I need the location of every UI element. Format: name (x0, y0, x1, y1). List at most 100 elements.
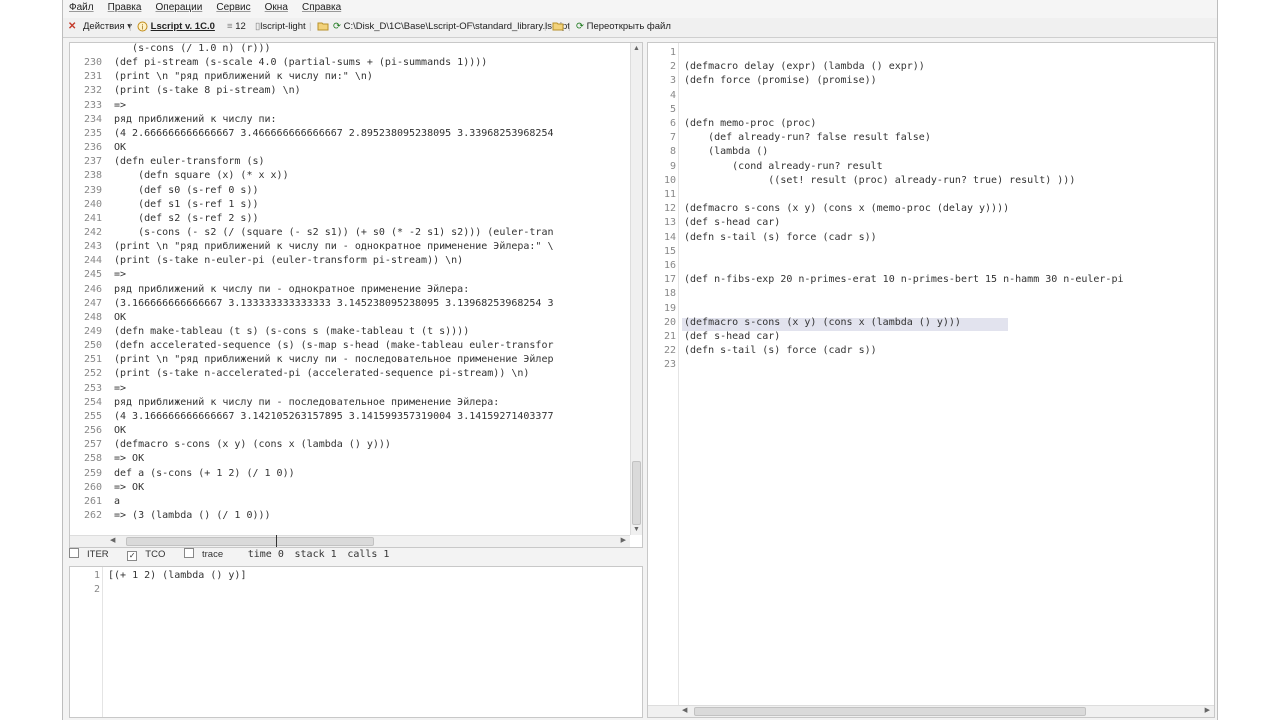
line-number: 7 (669, 132, 676, 144)
list-icon: ≡ (227, 21, 233, 32)
folder-icon (552, 22, 564, 31)
close-icon[interactable]: ✕ (68, 21, 76, 32)
line-number: 245 (83, 269, 102, 281)
scroll-up-icon[interactable]: ▲ (633, 45, 640, 52)
line-text: (def already-run? false result false) (684, 132, 931, 144)
code-line: 252 (print (s-take n-accelerated-pi (acce… (70, 368, 642, 382)
code-line: 21 (def s-head car) (648, 331, 1214, 345)
path-item[interactable]: ⟳ C:\Disk_D\1C\Base\Lscript-OF\standard_… (333, 21, 570, 32)
code-line: 259 def a (s-cons (+ 1 2) (/ 1 0)) (70, 468, 642, 482)
line-number: 242 (83, 226, 102, 238)
actions-menu[interactable]: Действия ▾ (83, 21, 132, 32)
line-text: (4 3.166666666666667 3.142105263157895 3… (114, 410, 554, 422)
line-text: (3.166666666666667 3.133333333333333 3.1… (114, 297, 554, 309)
code-line: 6 (defn memo-proc (proc) (648, 118, 1214, 132)
code-line: 236 OK (70, 142, 642, 156)
code-line: 258 => OK (70, 453, 642, 467)
line-text: [(+ 1 2) (lambda () y)] (108, 570, 247, 581)
line-text: ряд приближений к числу пи: (114, 113, 277, 125)
scroll-left-icon[interactable]: ◀ (110, 536, 115, 544)
code-line: 13 (def s-head car) (648, 217, 1214, 231)
document-tab[interactable]: i Lscript v. 1C.0 (137, 21, 215, 32)
code-line: 2 (defmacro delay (expr) (lambda () expr)… (648, 61, 1214, 75)
actions-label: Действия (83, 21, 125, 32)
counter-item[interactable]: ≡ 12 (227, 21, 246, 32)
stack-counter: stack 1 (294, 549, 337, 560)
input-editor[interactable]: 1 [(+ 1 2) (lambda () y)] 2 (69, 566, 643, 718)
line-text: (def n-fibs-exp 20 n-primes-erat 10 n-pr… (684, 274, 1124, 286)
line-number: 8 (669, 146, 676, 158)
time-counter: time 0 (247, 549, 284, 560)
menu-windows[interactable]: Окна (259, 0, 293, 13)
reopen-file-button[interactable]: ⟳ Переоткрыть файл (576, 21, 671, 32)
line-number: 234 (83, 113, 102, 125)
scroll-right-icon[interactable]: ▶ (1205, 706, 1210, 714)
line-number: 16 (663, 260, 676, 271)
line-text: (defn accelerated-sequence (s) (s-map s-… (114, 340, 554, 352)
line-text: a (114, 495, 121, 507)
menu-edit[interactable]: Правка (102, 0, 147, 13)
menu-operations[interactable]: Операции (150, 0, 208, 13)
status-bar: ITER ✓ TCO trace time 0 stack 1 calls 1 (69, 548, 639, 564)
code-line: 250 (defn accelerated-sequence (s) (s-map… (70, 340, 642, 354)
line-number: 260 (83, 481, 102, 493)
console-scroll-thumb[interactable] (632, 461, 641, 525)
line-number: 4 (669, 89, 676, 101)
line-text: (defn make-tableau (t s) (s-cons s (make… (114, 326, 470, 337)
folder-button[interactable] (317, 21, 329, 32)
line-number: 233 (83, 99, 102, 111)
line-number: 235 (83, 127, 102, 139)
line-text: (defmacro s-cons (x y) (cons x (lambda (… (684, 316, 961, 328)
code-line: 18 (648, 288, 1214, 302)
line-number: 2 (669, 61, 676, 73)
calls-counter: calls 1 (347, 549, 390, 560)
toolbar-separator: | (129, 21, 132, 32)
console-output[interactable]: (s-cons (/ 1.0 n) (r))) 230 (def pi-stream… (69, 42, 643, 548)
scroll-down-icon[interactable]: ▼ (633, 526, 640, 533)
line-number: 21 (663, 331, 676, 342)
editor-horizontal-scrollbar[interactable]: ◀ ▶ (648, 705, 1214, 717)
line-number: 20 (663, 316, 676, 328)
line-number: 261 (83, 495, 102, 507)
menu-file[interactable]: Файл (63, 0, 99, 13)
line-number: 256 (83, 425, 102, 437)
line-text: (defmacro delay (expr) (lambda () expr)) (684, 61, 925, 73)
refresh-icon: ⟳ (333, 21, 341, 32)
editor-hscroll-thumb[interactable] (694, 707, 1086, 716)
line-number: 239 (83, 184, 102, 196)
open-folder-button[interactable] (552, 21, 564, 32)
code-line: 247 (3.166666666666667 3.133333333333333 … (70, 298, 642, 312)
menu-service[interactable]: Сервис (210, 0, 255, 13)
line-text: (lambda () (684, 146, 769, 158)
console-vertical-scrollbar[interactable]: ▲ ▼ (630, 43, 642, 535)
line-number: 251 (83, 354, 102, 366)
menu-help[interactable]: Справка (296, 0, 346, 13)
source-editor[interactable]: 1 2 (defmacro delay (expr) (lambda () expr… (647, 42, 1215, 718)
line-number: 22 (663, 345, 676, 357)
refresh-icon: ⟳ (576, 21, 584, 32)
line-text: => (114, 99, 127, 111)
scroll-left-icon[interactable]: ◀ (682, 706, 687, 714)
iter-label: ITER (87, 549, 109, 560)
code-line: 239 (def s0 (s-ref 0 s)) (70, 185, 642, 199)
line-number: 9 (669, 160, 676, 172)
line-text: (defmacro s-cons (x y) (cons x (lambda (… (114, 439, 391, 451)
code-line: 248 OK (70, 312, 642, 326)
line-number: 262 (83, 509, 102, 521)
lscript-light-item[interactable]: ▯lscript-light (255, 21, 306, 32)
code-line: 235 (4 2.666666666666667 3.46666666666666… (70, 128, 642, 142)
trace-checkbox[interactable]: trace (183, 548, 231, 560)
line-number: 254 (83, 396, 102, 408)
app-window: Файл Правка Операции Сервис Окна Справка… (62, 0, 1218, 720)
line-text: (cond already-run? result (684, 160, 883, 172)
console-hscroll-thumb[interactable] (126, 537, 374, 546)
tco-checkbox[interactable]: ✓ TCO (127, 549, 173, 561)
line-text: => OK (114, 453, 145, 465)
console-horizontal-scrollbar[interactable]: ◀ ▶ (70, 535, 630, 547)
code-line: 249 (defn make-tableau (t s) (s-cons s (m… (70, 326, 642, 340)
iter-checkbox[interactable]: ITER (69, 548, 117, 560)
text-cursor-icon (276, 535, 277, 547)
line-number: 232 (83, 85, 102, 97)
scroll-right-icon[interactable]: ▶ (621, 536, 626, 544)
line-text: (print \n "ряд приближений к числу пи - … (114, 241, 554, 253)
